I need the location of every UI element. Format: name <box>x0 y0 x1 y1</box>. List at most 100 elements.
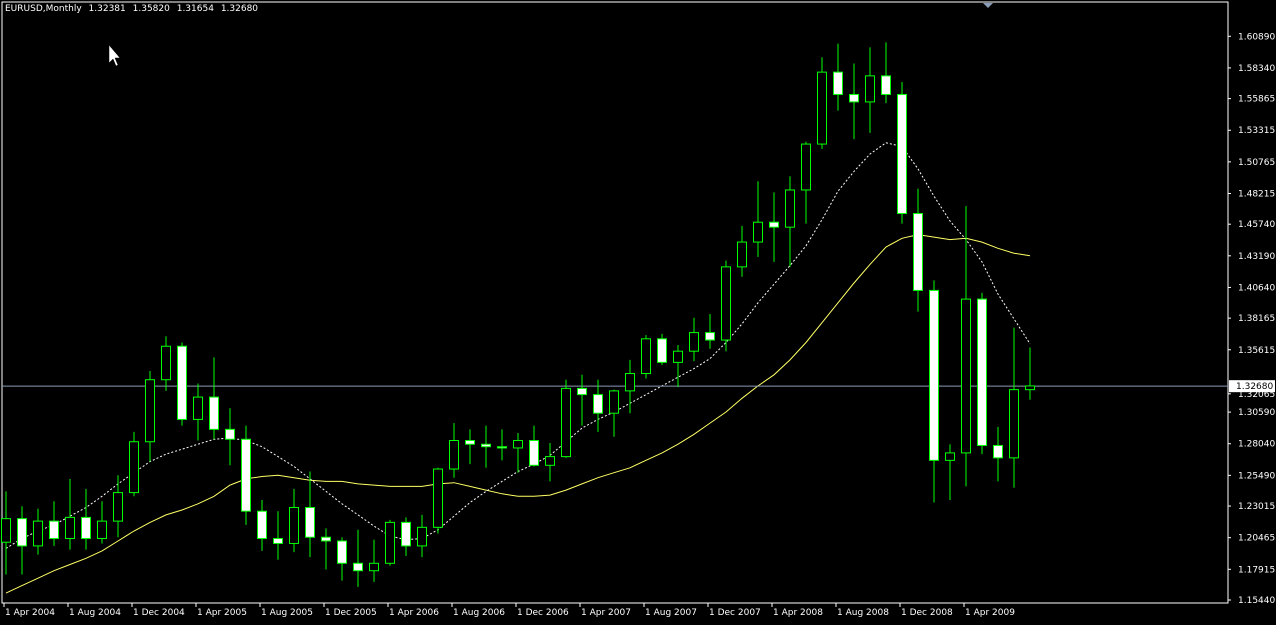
y-tick-label: 1.28040 <box>1238 440 1275 450</box>
candle <box>257 500 267 551</box>
candle <box>801 141 811 224</box>
candle <box>849 63 859 140</box>
candle-body-bull <box>945 452 955 461</box>
candle-body-bear <box>497 446 507 449</box>
candle <box>33 508 43 555</box>
candle <box>369 539 379 582</box>
y-tick-label: 1.50765 <box>1238 158 1275 168</box>
y-tick-label: 1.58340 <box>1238 64 1275 74</box>
y-tick-label: 1.30590 <box>1238 408 1275 418</box>
candle-body-bull <box>785 189 795 228</box>
candle <box>97 501 107 544</box>
candle <box>817 57 827 150</box>
candle <box>497 429 507 461</box>
high-value: 1.35820 <box>132 4 170 14</box>
x-tick-label: 1 Apr 2004 <box>5 608 55 618</box>
candle <box>1025 347 1035 400</box>
x-tick-label: 1 Dec 2004 <box>133 608 185 618</box>
candle <box>129 431 139 497</box>
candle <box>945 444 955 501</box>
ma-slow-line <box>5 234 1031 594</box>
x-tick-label: 1 Aug 2008 <box>837 608 889 618</box>
y-axis: 1.60890 1.58340 1.55865 1.53315 1.50765 1.482… <box>1228 32 1275 606</box>
candle-body-bear <box>705 332 715 341</box>
candle-body-bull <box>641 338 651 375</box>
candle-body-bull <box>801 143 811 191</box>
candle-body-bear <box>929 289 939 461</box>
candle-body-bear <box>337 540 347 564</box>
candle-body-bull <box>689 332 699 352</box>
candle <box>113 475 123 538</box>
candle <box>513 433 523 473</box>
candle-body-bear <box>881 75 891 95</box>
candle-body-bear <box>17 518 27 547</box>
candle <box>417 514 427 558</box>
candle <box>721 260 731 352</box>
candle <box>929 280 939 503</box>
candles-layer <box>1 42 1035 587</box>
candle <box>433 467 443 534</box>
candle-body-bull <box>161 345 171 381</box>
candle-body-bull <box>65 516 75 539</box>
candle <box>49 501 59 546</box>
candle <box>865 47 875 133</box>
candle-body-bear <box>481 443 491 448</box>
symbol-label: EURUSD,Monthly <box>5 4 82 14</box>
candle <box>225 408 235 466</box>
candle <box>1 491 11 575</box>
candle <box>241 425 251 525</box>
candle-body-bear <box>401 521 411 547</box>
candle <box>337 537 347 581</box>
candle <box>961 206 971 487</box>
y-tick-label: 1.55865 <box>1238 95 1275 105</box>
y-tick-label: 1.25490 <box>1238 471 1275 481</box>
candle <box>529 425 539 467</box>
candle-body-bull <box>97 520 107 539</box>
candle-body-bear <box>593 394 603 414</box>
candle-body-bull <box>561 387 571 458</box>
y-tick-label: 1.60890 <box>1238 32 1275 42</box>
candle <box>753 181 763 257</box>
candle <box>145 371 155 462</box>
ma-slow-layer <box>5 234 1031 594</box>
y-tick-label: 1.45740 <box>1238 220 1275 230</box>
chart-area[interactable]: 1.60890 1.58340 1.55865 1.53315 1.50765 1.482… <box>0 0 1276 621</box>
x-tick-label: 1 Aug 2007 <box>645 608 697 618</box>
candle-body-bull <box>1025 385 1035 391</box>
candle-body-bear <box>897 93 907 215</box>
candle-body-bear <box>657 338 667 363</box>
close-value: 1.32680 <box>220 4 259 14</box>
candle-body-bull <box>1 518 11 543</box>
candle <box>641 335 651 379</box>
candlestick-chart-svg[interactable]: 1.60890 1.58340 1.55865 1.53315 1.50765 1.482… <box>0 0 1276 621</box>
candle <box>161 336 171 391</box>
candle-body-bear <box>225 428 235 440</box>
candle-body-bull <box>721 266 731 341</box>
y-tick-label: 1.20465 <box>1238 534 1275 544</box>
candle <box>353 529 363 587</box>
candle-body-bear <box>353 562 363 572</box>
candle <box>465 429 475 465</box>
x-tick-label: 1 Apr 2005 <box>197 608 247 618</box>
candle-body-bull <box>449 439 459 470</box>
candle-body-bull <box>545 456 555 466</box>
candle <box>913 188 923 312</box>
candle <box>561 379 571 458</box>
y-tick-label: 1.48215 <box>1238 189 1275 199</box>
candle <box>737 225 747 277</box>
candle <box>17 506 27 575</box>
candle <box>481 425 491 468</box>
y-tick-label: 1.23015 <box>1238 502 1275 512</box>
candle <box>1009 327 1019 488</box>
candle-body-bear <box>993 444 1003 459</box>
candle-body-bear <box>321 536 331 542</box>
x-tick-label: 1 Dec 2008 <box>901 608 953 618</box>
candle-body-bear <box>833 71 843 95</box>
chart-frame <box>1 1 1229 604</box>
candle-body-bull <box>625 373 635 392</box>
candle-body-bear <box>529 439 539 466</box>
candle-body-bear <box>177 345 187 420</box>
candle-body-bull <box>113 492 123 522</box>
x-tick-label: 1 Apr 2009 <box>965 608 1015 618</box>
candle <box>65 478 75 550</box>
